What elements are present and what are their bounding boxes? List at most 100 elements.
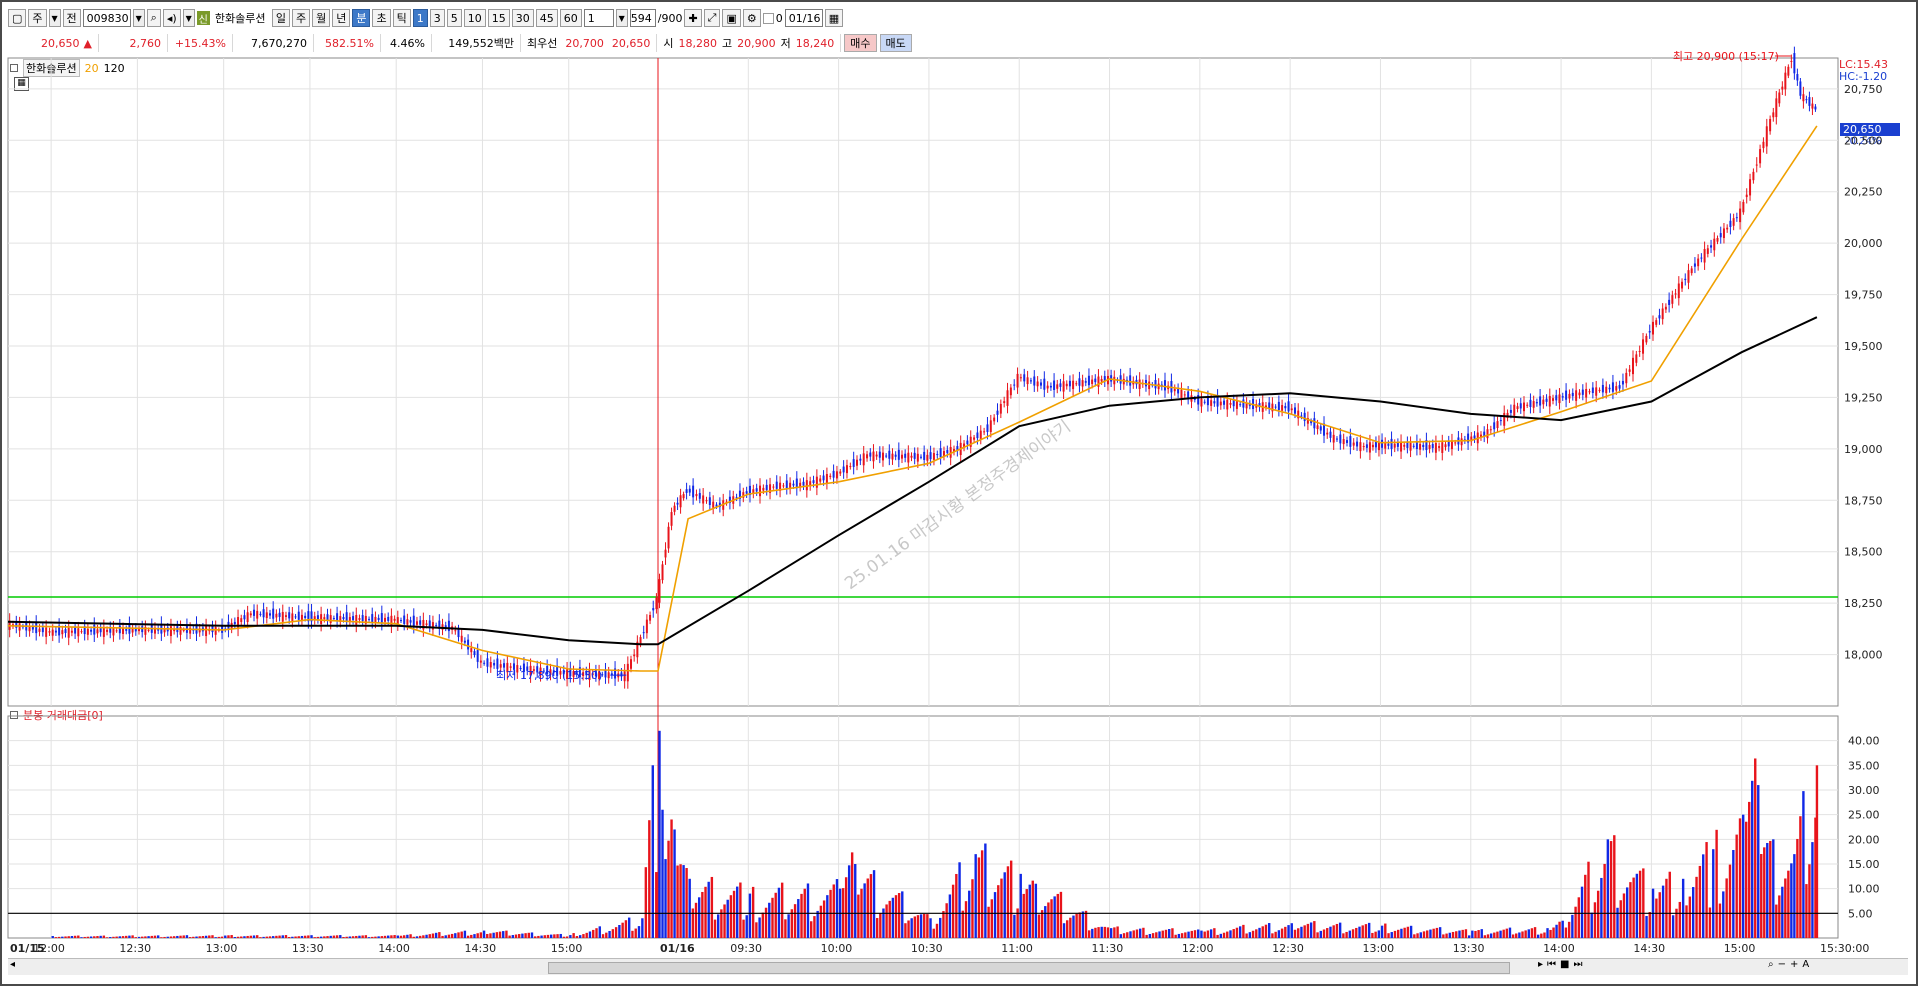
volume-bar [1044, 906, 1047, 938]
candle-body [106, 629, 109, 632]
candle-body [1762, 141, 1765, 149]
volume-bar [284, 935, 288, 938]
x-tick-label: 12:30 [119, 942, 151, 955]
volume-bar [748, 893, 752, 938]
candle-body [1697, 258, 1700, 267]
volume-bar [618, 925, 621, 938]
candle-body [41, 627, 44, 633]
volume-bar [1658, 892, 1661, 938]
volume-bar [1056, 893, 1059, 938]
candle-body [973, 437, 976, 440]
volume-bar [670, 819, 673, 938]
candle-body [1335, 438, 1338, 440]
candle-body [1300, 415, 1303, 417]
candle-body [835, 471, 838, 479]
volume-bar [1464, 929, 1468, 938]
candle-body [1274, 406, 1277, 408]
volume-bar [1078, 912, 1081, 938]
candle-body [1447, 441, 1450, 447]
scrollbar[interactable]: ◂ ▸⏮■⏭ ⌕−+A [8, 958, 1908, 975]
price-tick-label: 18,250 [1844, 597, 1883, 610]
price-tick-label: 20,500 [1844, 134, 1883, 147]
volume-bar [99, 935, 102, 938]
volume-bar [869, 874, 873, 938]
candle-body [1091, 379, 1094, 384]
volume-bar [1642, 868, 1645, 938]
volume-bar [466, 935, 470, 938]
candle-body [852, 459, 855, 467]
chart-canvas[interactable]: 최고 20,900 (15:17) 최저 17,890 (15:30) 25.01.… [0, 0, 1918, 986]
volume-bar [259, 937, 262, 938]
volume-bar [1796, 838, 1799, 938]
candle-body [1113, 376, 1116, 385]
candle-body [393, 618, 396, 621]
volume-bar [450, 933, 454, 938]
volume-tick-label: 30.00 [1848, 784, 1880, 797]
volume-bar [396, 935, 399, 938]
volume-bar [595, 928, 598, 938]
volume-bar [582, 934, 585, 938]
candle-body [384, 617, 387, 622]
volume-bar [1518, 932, 1521, 938]
volume-bar [1138, 928, 1142, 938]
volume-bar [415, 936, 419, 938]
volume-bar [444, 935, 447, 938]
candle-body [866, 454, 869, 459]
volume-bar [434, 932, 438, 938]
candle-body [633, 654, 636, 657]
candle-body [1062, 381, 1065, 392]
volume-bar [61, 936, 64, 938]
candle-body [1814, 106, 1817, 110]
volume-bar [208, 935, 211, 938]
volume-bar [1413, 934, 1416, 938]
volume-bar [374, 936, 377, 938]
candle-body [1618, 385, 1621, 389]
price-tick-label: 19,750 [1844, 289, 1883, 302]
volume-bar [717, 914, 720, 938]
volume-bar [1781, 886, 1784, 938]
scroll-thumb[interactable] [548, 962, 1510, 974]
candle-body [1339, 434, 1342, 444]
candle-body [1381, 439, 1384, 448]
candle-body [875, 454, 878, 457]
x-tick-label: 11:00 [1001, 942, 1033, 955]
volume-bar [1094, 927, 1097, 938]
scroll-left-icon[interactable]: ◂ [10, 959, 15, 970]
volume-bar [1429, 929, 1432, 938]
candle-body [1716, 238, 1719, 242]
volume-bar [1264, 924, 1268, 938]
volume-bar [1290, 923, 1293, 938]
volume-bar [634, 928, 637, 938]
candle-body [1281, 405, 1284, 411]
volume-bar [323, 936, 326, 938]
volume-bar [1028, 884, 1031, 938]
candle-body [1796, 74, 1799, 81]
volume-bar [428, 934, 431, 938]
volume-bar [1480, 929, 1483, 938]
volume-bar [1132, 930, 1135, 938]
volume-bar [1284, 926, 1287, 938]
zoom-icons[interactable]: ⌕−+A [1768, 959, 1813, 970]
volume-bar [948, 894, 952, 938]
candle-body [1036, 381, 1039, 387]
candle-body [1235, 401, 1238, 409]
playback-icons[interactable]: ▸⏮■⏭ [1538, 959, 1586, 970]
candle-body [976, 432, 979, 439]
volume-bar [1648, 912, 1651, 938]
volume-bar [358, 935, 361, 938]
candle-body [99, 628, 102, 633]
candle-body [688, 488, 691, 493]
volume-bar [361, 935, 364, 938]
volume-bar [1103, 926, 1107, 938]
candle-body [894, 454, 897, 457]
volume-bar [204, 935, 208, 938]
volume-bar [751, 886, 755, 938]
candle-body [96, 629, 99, 634]
candle-body [1183, 394, 1186, 396]
candle-body [1329, 431, 1332, 438]
volume-bar [1271, 933, 1274, 938]
volume-bar [641, 918, 644, 938]
volume-bar [514, 934, 518, 938]
volume-bar [910, 918, 913, 938]
volume-bar [1580, 886, 1584, 938]
